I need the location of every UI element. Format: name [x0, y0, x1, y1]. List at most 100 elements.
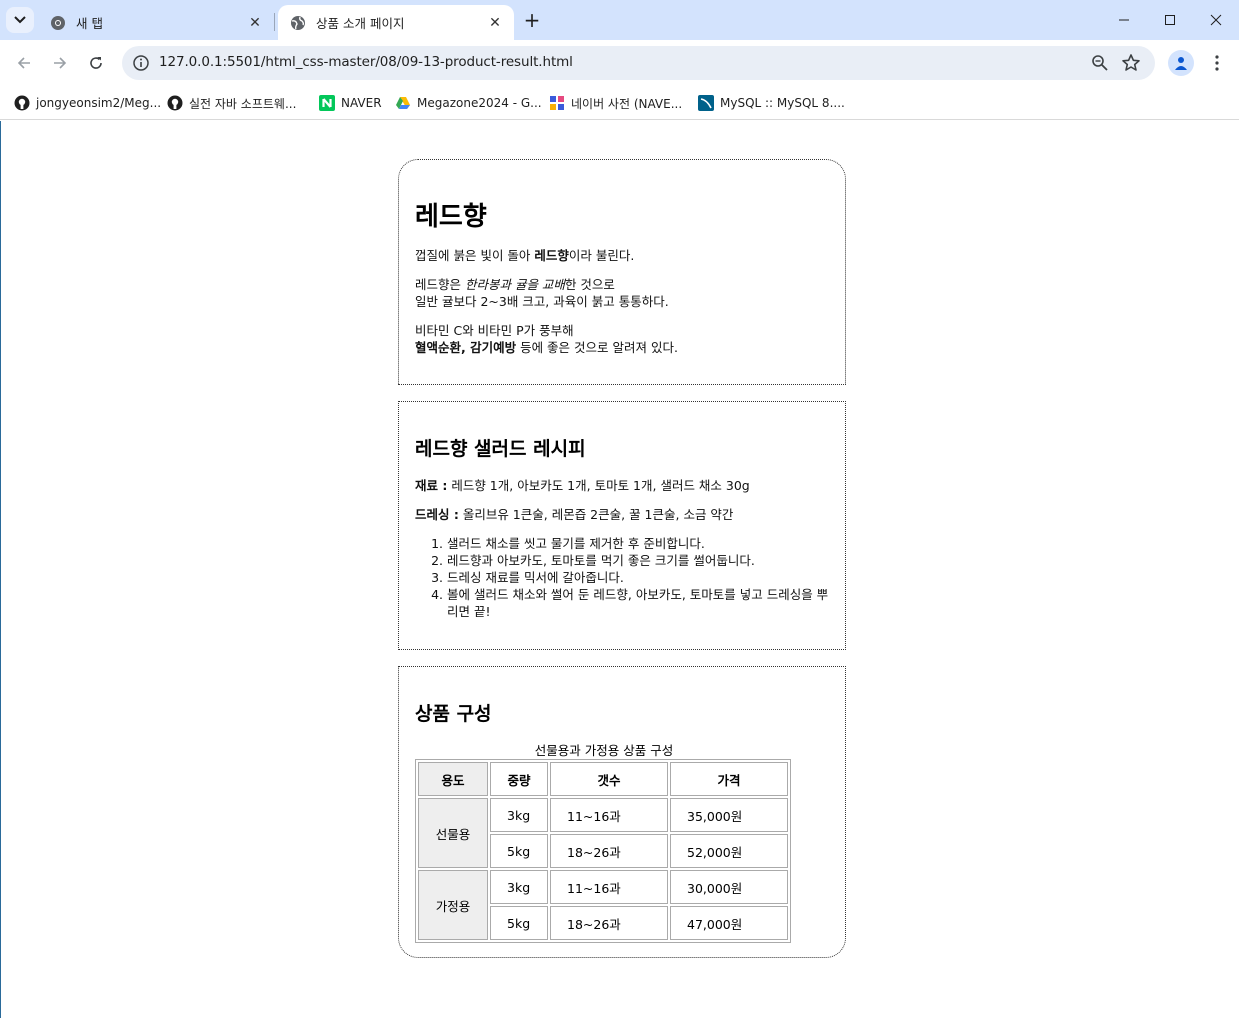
chevron-down-icon	[14, 16, 26, 24]
bookmark-label: jongyeonsim2/Meg...	[36, 96, 162, 110]
weight-cell: 5kg	[490, 906, 548, 940]
price-cell: 35,000원	[670, 798, 788, 832]
count-cell: 11~16과	[550, 870, 668, 904]
recipe-step: 볼에 샐러드 채소와 썰어 둔 레드향, 아보카도, 토마토를 넣고 드레싱을 …	[447, 586, 829, 620]
product-title: 상품 구성	[415, 703, 492, 725]
bookmark-mysql[interactable]: MySQL :: MySQL 8....	[698, 91, 845, 115]
text: 껍질에 붉은 빛이 돌아	[415, 248, 535, 263]
product-section: 상품 구성 선물용과 가정용 상품 구성 용도 중량 갯수 가격 선물용 3kg…	[398, 666, 846, 958]
close-tab-icon[interactable]: ✕	[486, 14, 504, 32]
bookmark-google-drive[interactable]: Megazone2024 - G...	[395, 91, 542, 115]
header-weight: 중량	[490, 762, 548, 796]
bookmark-naver[interactable]: NAVER	[319, 91, 382, 115]
header-usage: 용도	[418, 762, 488, 796]
close-icon	[1210, 14, 1222, 26]
recipe-section: 레드향 샐러드 레시피 재료 : 레드향 1개, 아보카도 1개, 토마토 1개…	[398, 401, 846, 650]
reload-icon	[90, 57, 102, 69]
minimize-icon	[1119, 19, 1129, 21]
close-tab-icon[interactable]: ✕	[246, 14, 264, 32]
table-header-row: 용도 중량 갯수 가격	[418, 762, 788, 796]
dressing-text: 올리브유 1큰술, 레몬즙 2큰술, 꿀 1큰술, 소금 약간	[458, 507, 734, 522]
minimize-button[interactable]	[1101, 0, 1147, 40]
header-count: 갯수	[550, 762, 668, 796]
bookmark-github-2[interactable]: 실전 자바 소프트웨...	[167, 91, 296, 115]
naver-icon	[319, 95, 335, 111]
price-cell: 30,000원	[670, 870, 788, 904]
table-row: 선물용 3kg 11~16과 35,000원	[418, 798, 788, 868]
count-cell: 18~26과	[550, 906, 668, 940]
browser-toolbar: 127.0.0.1:5501/html_css-master/08/09-13-…	[0, 40, 1239, 86]
weight-cell: 3kg	[490, 870, 548, 904]
text: 등에 좋은 것으로 알려져 있다.	[516, 340, 678, 355]
dressing-line: 드레싱 : 올리브유 1큰술, 레몬즙 2큰술, 꿀 1큰술, 소금 약간	[415, 506, 829, 523]
count-cell: 11~16과	[550, 798, 668, 832]
dressing-label: 드레싱 :	[415, 507, 459, 522]
price-cell: 47,000원	[670, 906, 788, 940]
recipe-title: 레드향 샐러드 레시피	[415, 438, 586, 460]
weight-cell: 3kg	[490, 798, 548, 832]
recipe-step: 드레싱 재료를 믹서에 갈아줍니다.	[447, 569, 829, 586]
bookmark-star-icon[interactable]	[1121, 53, 1141, 73]
new-tab-button[interactable]: +	[520, 8, 544, 32]
usage-cell: 가정용	[418, 870, 488, 940]
usage-cell: 선물용	[418, 798, 488, 868]
tab-search-button[interactable]	[6, 7, 34, 33]
bookmark-naver-dict[interactable]: 네이버 사전 (NAVE...	[549, 91, 682, 115]
recipe-step: 샐러드 채소를 씻고 물기를 제거한 후 준비합니다.	[447, 535, 829, 552]
bookmark-label: MySQL :: MySQL 8....	[720, 96, 845, 110]
tab-title: 새 탭	[76, 16, 103, 31]
page-viewport: 레드향 껍질에 붉은 빛이 돌아 레드향이라 불린다. 레드향은 한라봉과 귤을…	[0, 121, 1239, 1018]
mysql-icon	[698, 95, 714, 111]
chrome-icon	[51, 15, 65, 30]
more-vert-icon	[1215, 55, 1219, 71]
recipe-steps: 샐러드 채소를 씻고 물기를 제거한 후 준비합니다. 레드향과 아보카도, 토…	[415, 535, 829, 620]
dictionary-icon	[550, 96, 564, 110]
person-icon	[1175, 57, 1187, 70]
text: 일반 귤보다 2~3배 크고, 과육이 붉고 통통하다.	[415, 294, 669, 309]
browser-menu-button[interactable]	[1207, 50, 1227, 76]
github-icon	[167, 95, 183, 111]
emphasis-text: 혈액순환, 감기예방	[415, 340, 517, 355]
text: 이라 불린다.	[568, 248, 635, 263]
intro-paragraph-1: 껍질에 붉은 빛이 돌아 레드향이라 불린다.	[415, 247, 829, 264]
tab-divider	[274, 13, 275, 31]
intro-title: 레드향	[415, 202, 487, 232]
profile-avatar[interactable]	[1168, 50, 1194, 76]
recipe-step: 레드향과 아보카도, 토마토를 먹기 좋은 크기를 썰어둡니다.	[447, 552, 829, 569]
site-info-icon[interactable]	[132, 54, 150, 72]
arrow-right-icon	[54, 57, 67, 69]
emphasis-text: 레드향	[534, 248, 569, 263]
address-bar[interactable]: 127.0.0.1:5501/html_css-master/08/09-13-…	[122, 46, 1155, 80]
google-drive-icon	[396, 97, 410, 109]
text: 비타민 C와 비타민 P가 풍부해	[415, 323, 574, 338]
reload-button[interactable]	[81, 48, 111, 78]
back-button[interactable]	[9, 48, 39, 78]
intro-section: 레드향 껍질에 붉은 빛이 돌아 레드향이라 불린다. 레드향은 한라봉과 귤을…	[398, 159, 846, 385]
table-row: 가정용 3kg 11~16과 30,000원	[418, 870, 788, 940]
price-cell: 52,000원	[670, 834, 788, 868]
count-cell: 18~26과	[550, 834, 668, 868]
text: 한 것으로	[564, 277, 615, 292]
product-table: 용도 중량 갯수 가격 선물용 3kg 11~16과 35,000원 5kg 1…	[415, 759, 791, 943]
bookmark-label: 실전 자바 소프트웨...	[189, 96, 297, 111]
ingredients-line: 재료 : 레드향 1개, 아보카도 1개, 토마토 1개, 샐러드 채소 30g	[415, 477, 829, 494]
italic-text: 한라봉과 귤을 교배	[464, 277, 565, 292]
bookmark-github-1[interactable]: jongyeonsim2/Meg...	[14, 91, 161, 115]
intro-paragraph-3: 비타민 C와 비타민 P가 풍부해혈액순환, 감기예방 등에 좋은 것으로 알려…	[415, 322, 829, 356]
text: 레드향은	[415, 277, 465, 292]
zoom-icon[interactable]	[1091, 54, 1109, 72]
table-caption: 선물용과 가정용 상품 구성	[534, 743, 674, 758]
bookmark-label: 네이버 사전 (NAVE...	[571, 96, 683, 111]
bookmark-label: Megazone2024 - G...	[417, 96, 542, 110]
tab-product-page[interactable]: 상품 소개 페이지 ✕	[278, 5, 514, 40]
forward-button[interactable]	[45, 48, 75, 78]
url-text[interactable]: 127.0.0.1:5501/html_css-master/08/09-13-…	[159, 54, 573, 70]
bookmark-label: NAVER	[341, 96, 382, 110]
ingredients-label: 재료 :	[415, 478, 448, 493]
close-window-button[interactable]	[1193, 0, 1239, 40]
weight-cell: 5kg	[490, 834, 548, 868]
maximize-button[interactable]	[1147, 0, 1193, 40]
tab-title: 상품 소개 페이지	[316, 16, 405, 31]
ingredients-text: 레드향 1개, 아보카도 1개, 토마토 1개, 샐러드 채소 30g	[447, 478, 750, 493]
tab-new-tab[interactable]: 새 탭 ✕	[38, 5, 274, 40]
